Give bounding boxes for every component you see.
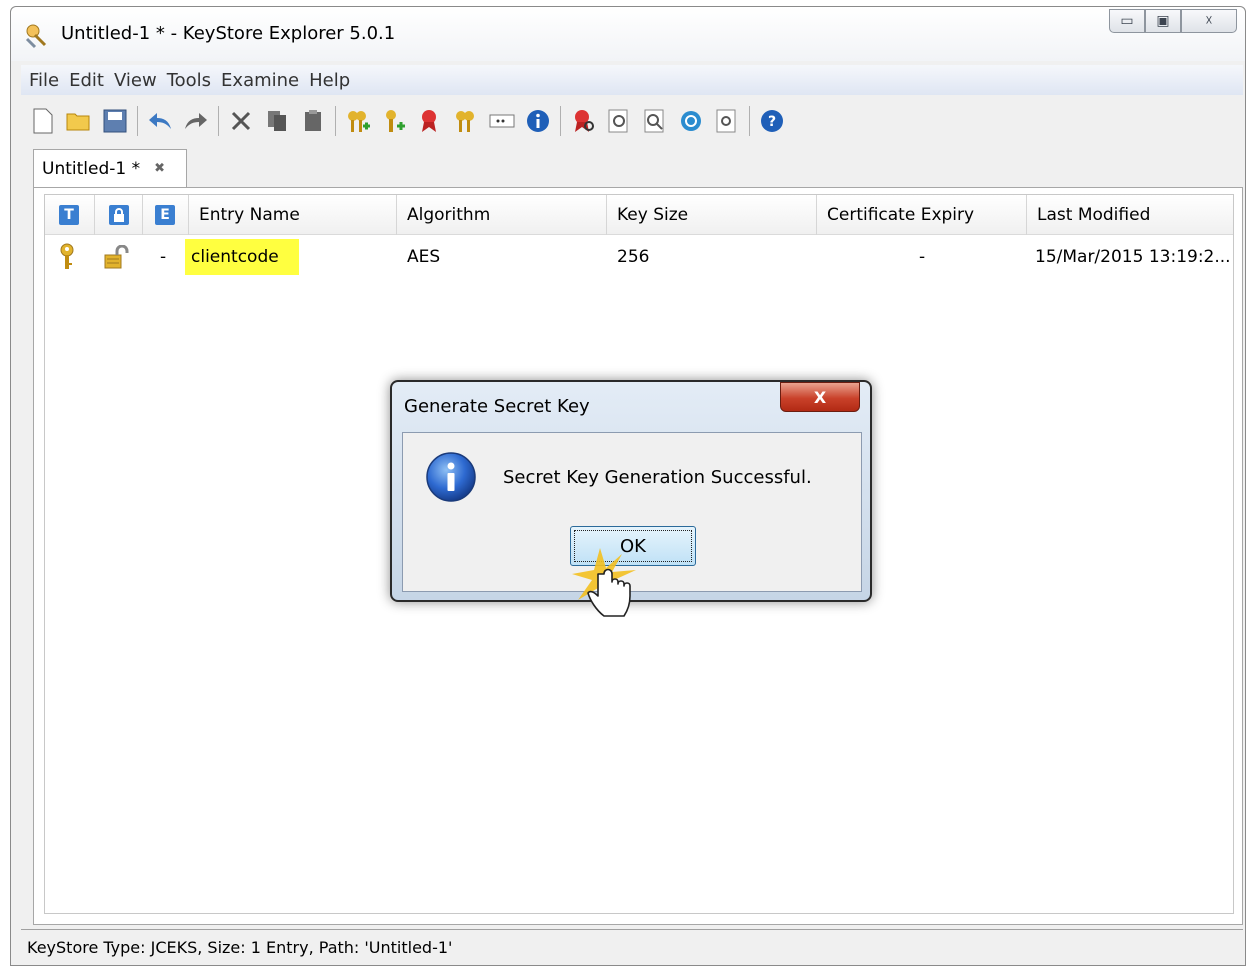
close-icon: X (813, 387, 827, 407)
column-last-modified-label: Last Modified (1037, 205, 1151, 225)
copy-icon[interactable] (263, 107, 291, 135)
title-bar: Untitled-1 * - KeyStore Explorer 5.0.1 ▭… (11, 7, 1245, 61)
status-bar: KeyStore Type: JCEKS, Size: 1 Entry, Pat… (21, 929, 1243, 965)
tab-untitled-1[interactable]: Untitled-1 * ✖ (33, 149, 187, 187)
examine-crl-icon[interactable] (677, 107, 705, 135)
detect-file-type-icon[interactable] (713, 107, 741, 135)
menu-file[interactable]: File (29, 70, 59, 91)
algorithm-cell: AES (407, 247, 441, 267)
click-indicator-hand-cursor-icon (572, 548, 636, 617)
paste-icon[interactable] (299, 107, 327, 135)
import-trusted-cert-icon[interactable] (416, 107, 444, 135)
expiry-icon: E (155, 205, 175, 225)
table-header: T E Entry Name Algorithm Key Size Certif… (45, 195, 1233, 235)
column-key-size-label: Key Size (617, 205, 689, 225)
close-icon: ☓ (1205, 13, 1213, 29)
tab-label: Untitled-1 * (42, 158, 141, 179)
minimize-button[interactable]: ▭ (1109, 9, 1145, 33)
new-icon[interactable] (29, 107, 57, 135)
column-key-size[interactable]: Key Size (607, 195, 817, 235)
examine-file-icon[interactable] (569, 107, 597, 135)
menu-help[interactable]: Help (309, 70, 350, 91)
key-size-cell: 256 (617, 247, 650, 267)
column-lock-status[interactable] (95, 195, 143, 235)
properties-icon[interactable] (524, 107, 552, 135)
column-entry-type[interactable]: T (45, 195, 95, 235)
certificate-expiry-cell: - (919, 247, 926, 267)
examine-ssl-icon[interactable] (641, 107, 669, 135)
column-expiry-status[interactable]: E (143, 195, 189, 235)
examine-clipboard-icon[interactable] (605, 107, 633, 135)
toolbar-separator (137, 106, 138, 136)
menu-tools[interactable]: Tools (167, 70, 211, 91)
status-text: KeyStore Type: JCEKS, Size: 1 Entry, Pat… (27, 938, 453, 957)
entry-name-highlight: clientcode (185, 239, 299, 275)
window-controls: ▭ ▣ ☓ (1109, 9, 1237, 33)
close-button[interactable]: ☓ (1181, 9, 1237, 33)
toolbar-separator (560, 106, 561, 136)
set-password-icon[interactable] (488, 107, 516, 135)
dialog-close-button[interactable]: X (780, 382, 860, 412)
minimize-icon: ▭ (1120, 13, 1134, 29)
info-icon (426, 452, 476, 502)
cut-icon[interactable] (227, 107, 255, 135)
last-modified-cell: 15/Mar/2015 13:19:2... (1035, 247, 1231, 267)
table-row[interactable]: - clientcode AES 256 - 15/Mar/2015 13:19… (45, 239, 1233, 275)
secret-key-icon (59, 239, 79, 275)
column-last-modified[interactable]: Last Modified (1027, 195, 1233, 235)
dialog-title: Generate Secret Key (404, 396, 590, 417)
generate-keypair-icon[interactable] (344, 107, 372, 135)
undo-icon[interactable] (146, 107, 174, 135)
save-icon[interactable] (101, 107, 129, 135)
maximize-button[interactable]: ▣ (1145, 9, 1181, 33)
column-certificate-expiry[interactable]: Certificate Expiry (817, 195, 1027, 235)
entry-type-icon: T (59, 205, 79, 225)
generate-secret-key-icon[interactable] (380, 107, 408, 135)
toolbar-separator (218, 106, 219, 136)
toolbar-separator (335, 106, 336, 136)
column-entry-name[interactable]: Entry Name (189, 195, 397, 235)
column-entry-name-label: Entry Name (199, 205, 300, 225)
maximize-icon: ▣ (1156, 13, 1170, 29)
column-algorithm-label: Algorithm (407, 205, 491, 225)
menu-view[interactable]: View (114, 70, 157, 91)
open-icon[interactable] (65, 107, 93, 135)
toolbar: ? (21, 99, 794, 143)
menu-examine[interactable]: Examine (221, 70, 299, 91)
import-keypair-icon[interactable] (452, 107, 480, 135)
menu-bar: File Edit View Tools Examine Help (21, 65, 1243, 95)
lock-icon (109, 205, 129, 225)
unlocked-icon (103, 239, 133, 275)
svg-text:?: ? (768, 114, 776, 130)
redo-icon[interactable] (182, 107, 210, 135)
column-algorithm[interactable]: Algorithm (397, 195, 607, 235)
tab-close-icon[interactable]: ✖ (154, 161, 165, 176)
column-certificate-expiry-label: Certificate Expiry (827, 205, 975, 225)
menu-edit[interactable]: Edit (69, 70, 104, 91)
dialog-message: Secret Key Generation Successful. (503, 467, 812, 488)
entry-name-cell: clientcode (185, 239, 397, 275)
help-icon[interactable]: ? (758, 107, 786, 135)
keystore-explorer-app-icon (25, 24, 47, 49)
expiry-cell: - (160, 247, 167, 267)
toolbar-separator (749, 106, 750, 136)
window-title: Untitled-1 * - KeyStore Explorer 5.0.1 (61, 23, 396, 44)
